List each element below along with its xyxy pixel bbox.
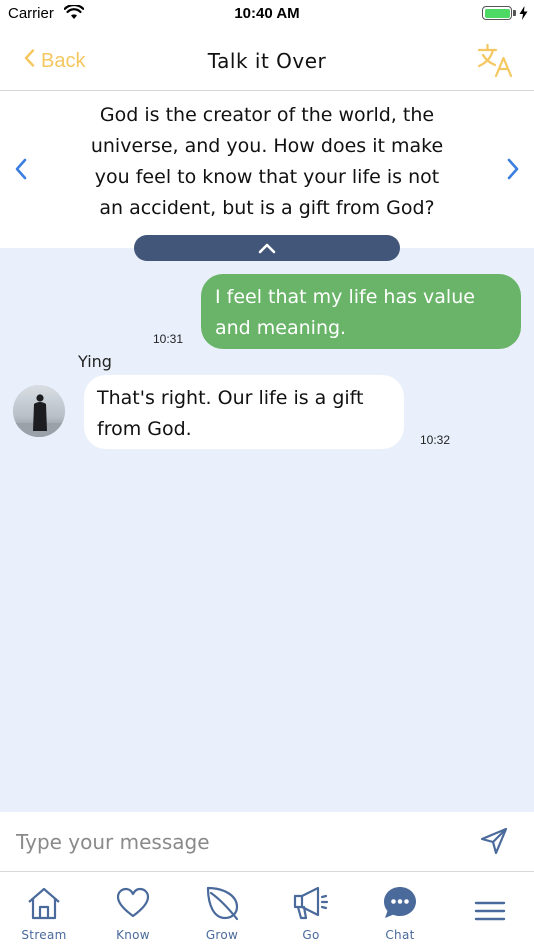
home-icon [9,883,79,923]
menu-icon [455,883,525,939]
chevron-up-icon [258,239,276,258]
tab-go[interactable]: Go [276,883,346,942]
page-title: Talk it Over [207,49,327,73]
message-input[interactable] [16,824,456,860]
charging-icon [519,5,528,24]
tab-label: Stream [21,928,67,942]
status-bar: Carrier 10:40 AM [0,0,534,28]
send-icon [480,827,508,859]
megaphone-icon [276,883,346,923]
tab-label: Grow [205,928,239,942]
heart-icon [98,883,168,923]
tab-grow[interactable]: Grow [187,883,257,942]
avatar[interactable] [13,385,65,437]
message-composer [0,812,534,872]
tab-label: Chat [385,928,415,942]
translate-icon [476,43,514,82]
chevron-right-icon [506,158,520,184]
chat-area[interactable]: I feel that my life has value and meanin… [0,235,534,812]
tab-label: Go [302,928,320,942]
sender-name: Ying [78,352,112,371]
tab-stream[interactable]: Stream [9,883,79,942]
next-question-button[interactable] [506,158,520,184]
previous-question-button[interactable] [14,158,28,184]
send-button[interactable] [480,827,508,859]
message-timestamp: 10:31 [153,332,184,346]
incoming-message: That's right. Our life is a gift from Go… [84,375,404,449]
question-panel: God is the creator of the world, the uni… [0,92,534,248]
outgoing-message: I feel that my life has value and meanin… [201,274,521,349]
collapse-question-button[interactable] [134,235,400,261]
battery-icon [482,6,512,20]
navigation-bar: Back Talk it Over [0,28,534,91]
chevron-left-icon [14,158,28,184]
chat-icon [365,883,435,923]
tab-chat[interactable]: Chat [365,883,435,942]
tab-know[interactable]: Know [98,883,168,942]
tab-bar: Stream Know Grow Go Chat [0,873,534,950]
question-text: God is the creator of the world, the uni… [90,104,444,219]
tab-menu[interactable] [455,883,525,944]
tab-label: Know [116,928,150,942]
status-time: 10:40 AM [234,5,300,22]
leaf-icon [187,883,257,923]
message-timestamp: 10:32 [420,433,451,447]
translate-button[interactable] [476,42,514,82]
